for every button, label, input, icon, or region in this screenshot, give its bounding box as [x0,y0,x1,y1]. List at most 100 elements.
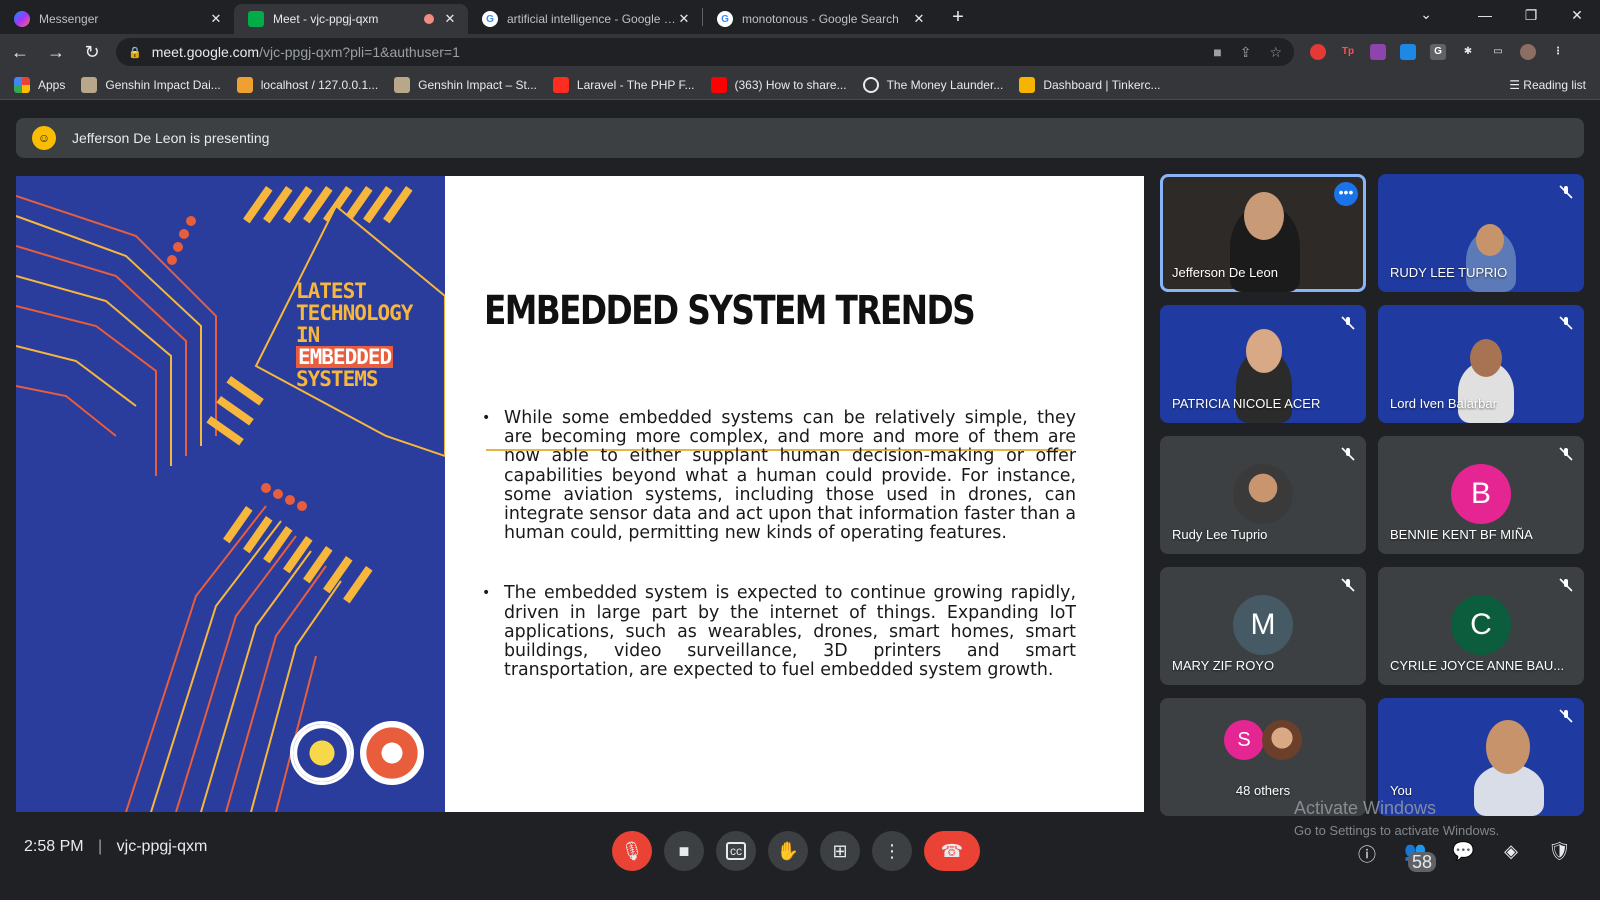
participant-tile[interactable]: B BENNIE KENT BF MIÑA [1378,436,1584,554]
bookmark-item[interactable]: Laravel - The PHP F... [552,76,695,93]
close-window-icon[interactable]: ✕ [1554,0,1600,30]
participant-tile[interactable]: PATRICIA NICOLE ACER [1160,305,1366,423]
participant-initial-avatar: S [1224,720,1264,760]
meet-area: ☺ Jefferson De Leon is presenting LATEST… [0,101,1600,900]
url-host: meet.google.com [151,44,260,60]
tab-title: Messenger [39,12,99,26]
mic-off-icon [1559,709,1573,723]
bullet-item: • The embedded system is expected to cont… [482,584,1076,680]
bookmark-label: Apps [38,77,66,92]
people-icon[interactable]: 👥58 [1404,841,1437,872]
bookmark-label: Dashboard | Tinkerc... [1043,77,1161,92]
close-icon[interactable]: ✕ [676,11,692,27]
more-options-button[interactable]: ⋮ [872,831,912,871]
address-bar[interactable]: 🔒 meet.google.com/vjc-ppgj-qxm?pli=1&aut… [116,38,1294,66]
participant-tile[interactable]: M MARY ZIF ROYO [1160,567,1366,685]
tab-google-monotonous[interactable]: G monotonous - Google Search ✕ [703,4,937,34]
participant-name: PATRICIA NICOLE ACER [1172,396,1321,411]
new-tab-button[interactable]: + [943,6,973,29]
camera-toggle-button[interactable]: ■ [664,831,704,871]
university-seal-logo [290,721,354,785]
slide-cover-art: LATEST TECHNOLOGY IN EMBEDDED SYSTEMS [16,176,445,812]
close-icon[interactable]: ✕ [911,11,927,27]
restore-icon[interactable]: ❐ [1508,0,1554,30]
bookmark-item[interactable]: Genshin Impact Dai... [81,76,221,93]
participant-name: Lord Iven Balarbar [1390,396,1497,411]
browser-toolbar: ← → ↻ 🔒 meet.google.com/vjc-ppgj-qxm?pli… [0,34,1600,70]
participant-tile[interactable]: C CYRILE JOYCE ANNE BAU... [1378,567,1584,685]
back-arrow-icon[interactable]: ← [4,42,36,63]
extension-g-icon[interactable]: G [1430,44,1446,60]
extension-purple-icon[interactable] [1370,44,1386,60]
leave-call-button[interactable]: ☎ [924,831,980,871]
participant-photo-avatar [1262,720,1302,760]
activate-title: Activate Windows [1294,798,1437,818]
participant-tile[interactable]: ••• Jefferson De Leon [1160,174,1366,292]
host-controls-icon[interactable]: 🛡 [1548,841,1571,863]
bookmark-item[interactable]: Dashboard | Tinkerc... [1019,76,1161,93]
menu-kebab-icon[interactable]: ⋮ [1550,44,1566,60]
bookmarks-bar: Apps Genshin Impact Dai... localhost / 1… [0,70,1600,100]
profile-avatar[interactable] [1520,44,1536,60]
meet-icon [248,11,264,27]
omnibox-actions: ■ ⇪ ☆ [1213,44,1282,61]
participant-tile[interactable]: RUDY LEE TUPRIO [1378,174,1584,292]
bookmark-star-icon[interactable]: ☆ [1269,44,1282,61]
mic-off-icon [1559,316,1573,330]
cover-line: TECHNOLOGY [296,301,413,325]
bookmark-label: Laravel - The PHP F... [576,77,695,92]
camera-icon[interactable]: ■ [1213,44,1221,61]
tab-meet[interactable]: Meet - vjc-ppgj-qxm ✕ [234,4,468,34]
bookmark-item[interactable]: localhost / 127.0.0.1... [236,76,379,93]
bookmark-item[interactable]: (363) How to share... [710,76,847,93]
more-vert-icon: ⋮ [883,840,901,861]
separator: | [98,838,103,855]
messenger-icon [14,11,30,27]
forward-arrow-icon[interactable]: → [40,42,72,63]
minimize-icon[interactable]: — [1462,0,1508,30]
cover-line: SYSTEMS [296,367,379,391]
bookmark-apps[interactable]: Apps [14,76,66,93]
cover-line: IN [296,323,320,347]
tab-title: Meet - vjc-ppgj-qxm [273,12,379,26]
raise-hand-button[interactable]: ✋ [768,831,808,871]
participant-initial-avatar: C [1451,595,1511,655]
meeting-info-icon[interactable]: ⓘ [1356,841,1378,865]
presentation-slide: LATEST TECHNOLOGY IN EMBEDDED SYSTEMS EM… [16,176,1144,812]
reading-list-icon: ☰ [1509,78,1524,92]
activities-icon[interactable]: ◈ [1500,841,1522,863]
tab-search-chevron-icon[interactable]: ⌄ [1420,6,1432,23]
present-now-button[interactable]: ⊞ [820,831,860,871]
tab-title: monotonous - Google Search [742,12,899,26]
infinity-icon [862,76,879,93]
present-screen-icon: ⊞ [832,840,848,861]
reload-icon[interactable]: ↻ [76,42,108,63]
bookmark-item[interactable]: The Money Launder... [862,76,1003,93]
participant-tile[interactable]: Lord Iven Balarbar [1378,305,1584,423]
extension-tp-icon[interactable]: Tp [1340,44,1356,60]
extensions-puzzle-icon[interactable]: ✱ [1460,44,1476,60]
captions-button[interactable]: cc [716,831,756,871]
tab-google-ai[interactable]: G artificial intelligence - Google Se...… [468,4,702,34]
more-options-icon[interactable]: ••• [1334,182,1358,206]
face [1470,339,1502,377]
face [1246,329,1282,373]
captions-icon: cc [726,842,746,860]
bookmark-label: localhost / 127.0.0.1... [260,77,379,92]
tab-messenger[interactable]: Messenger ✕ [0,4,234,34]
phpmyadmin-icon [236,76,253,93]
call-controls: 🎙 ■ cc ✋ ⊞ ⋮ ☎ [612,831,980,871]
share-icon[interactable]: ⇪ [1240,44,1252,61]
close-icon[interactable]: ✕ [442,11,458,27]
close-icon[interactable]: ✕ [208,11,224,27]
reading-list-button[interactable]: ☰ Reading list [1509,78,1586,92]
extension-blue-icon[interactable] [1400,44,1416,60]
participant-tile[interactable]: Rudy Lee Tuprio [1160,436,1366,554]
mic-off-icon [1341,578,1355,592]
bookmark-label: (363) How to share... [734,77,847,92]
chat-icon[interactable]: 💬 [1452,841,1474,863]
bookmark-item[interactable]: Genshin Impact – St... [394,76,537,93]
mic-toggle-button[interactable]: 🎙 [612,831,652,871]
extension-red-icon[interactable] [1310,44,1326,60]
cast-icon[interactable]: ▭ [1490,44,1506,60]
